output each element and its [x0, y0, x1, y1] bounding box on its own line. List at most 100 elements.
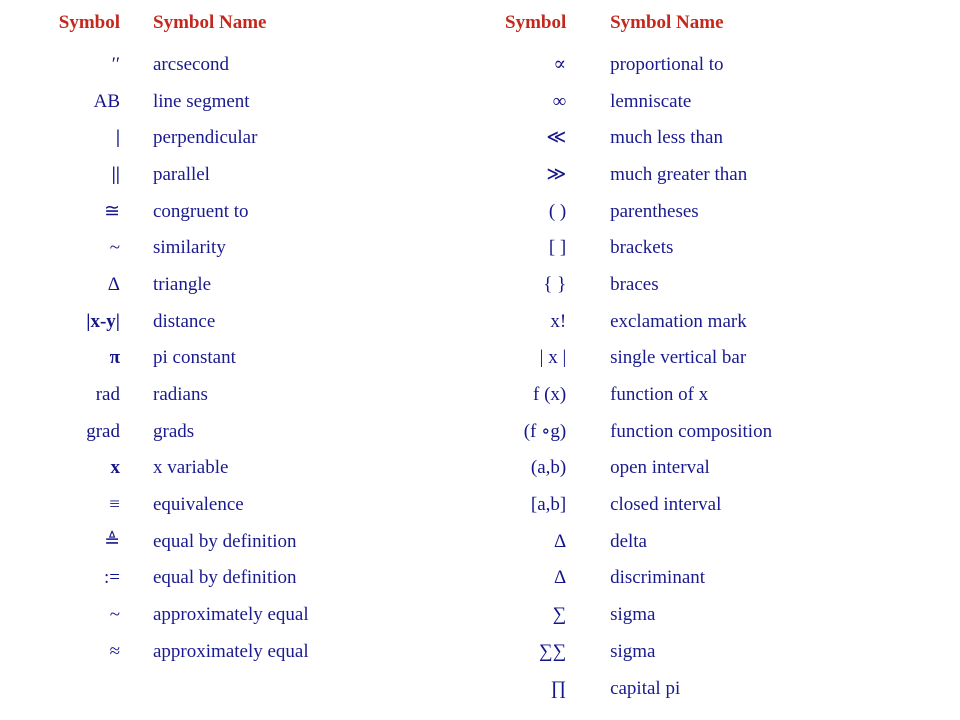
symbol-glyph: ∑: [552, 604, 567, 626]
symbol-glyph: [ ]: [548, 237, 567, 259]
row-spacer: [566, 303, 610, 340]
symbol-name: capital pi: [610, 677, 681, 699]
table-row: { } braces: [480, 266, 960, 303]
row-spacer: [566, 633, 610, 670]
symbol-name: x variable: [153, 457, 229, 479]
symbol-glyph: ≡: [109, 494, 120, 516]
symbol-name: open interval: [610, 457, 710, 479]
table-row: ∑ sigma: [480, 596, 960, 633]
table-row: ≪ much less than: [480, 119, 960, 156]
row-spacer: [120, 633, 153, 670]
table-row: ≈ approximately equal: [0, 633, 480, 670]
row-spacer: [120, 229, 153, 266]
row-spacer: [566, 523, 610, 560]
row-spacer: [566, 229, 610, 266]
symbol-glyph: Δ: [107, 273, 120, 295]
symbol-name: lemniscate: [610, 90, 692, 112]
symbol-name: delta: [610, 530, 647, 552]
column-header-name-right: Symbol Name: [610, 12, 724, 33]
symbol-glyph: ∝: [553, 53, 567, 75]
row-spacer: [120, 560, 153, 597]
column-header-symbol-left: Symbol: [58, 12, 120, 33]
table-row: | x | single vertical bar: [480, 340, 960, 377]
table-row: [a,b] closed interval: [480, 486, 960, 523]
table-row: ∑∑ sigma: [480, 633, 960, 670]
symbol-glyph: Δ: [554, 567, 567, 589]
symbol-name: sigma: [610, 604, 656, 626]
symbol-name: radians: [153, 384, 208, 406]
table-row: rad radians: [0, 376, 480, 413]
row-spacer: [566, 450, 610, 487]
row-spacer: [566, 376, 610, 413]
symbol-glyph: [a,b]: [530, 494, 567, 516]
symbol-name: grads: [153, 420, 195, 442]
symbol-name: sigma: [610, 640, 656, 662]
symbol-name: much less than: [610, 127, 723, 149]
row-spacer: [120, 340, 153, 377]
symbol-name: pi constant: [153, 347, 236, 369]
table-row: [ ] brackets: [480, 229, 960, 266]
table-row: ~ similarity: [0, 229, 480, 266]
symbol-column-right: Symbol Symbol Name ∝ proportional to ∞ l…: [480, 0, 960, 720]
symbol-table-right: Symbol Symbol Name ∝ proportional to ∞ l…: [480, 0, 960, 706]
symbol-glyph: ∑∑: [539, 640, 567, 662]
symbol-glyph: :=: [104, 567, 120, 589]
symbol-name: similarity: [153, 237, 226, 259]
symbol-glyph: ( ): [548, 200, 567, 222]
table-header-row-left: Symbol Symbol Name: [0, 0, 480, 46]
row-spacer: [566, 486, 610, 523]
row-spacer: [120, 413, 153, 450]
symbol-name: function composition: [610, 420, 773, 442]
symbol-glyph: x!: [550, 310, 567, 332]
symbol-glyph: f (x): [533, 384, 567, 406]
row-spacer: [566, 119, 610, 156]
row-spacer: [120, 596, 153, 633]
row-spacer: [120, 376, 153, 413]
symbol-glyph: |x-y|: [86, 310, 120, 332]
symbol-glyph: grad: [86, 420, 120, 442]
symbol-reference-sheet: Symbol Symbol Name ′′ arcsecond AB line …: [0, 0, 960, 720]
symbol-glyph: π: [109, 347, 120, 369]
symbol-name: line segment: [153, 90, 250, 112]
table-row: (a,b) open interval: [480, 450, 960, 487]
symbol-name: closed interval: [610, 494, 722, 516]
symbol-table-left: Symbol Symbol Name ′′ arcsecond AB line …: [0, 0, 480, 670]
table-row: x! exclamation mark: [480, 303, 960, 340]
column-header-name-left: Symbol Name: [153, 12, 267, 33]
table-row: := equal by definition: [0, 560, 480, 597]
symbol-name: equivalence: [153, 494, 244, 516]
row-spacer: [566, 596, 610, 633]
symbol-glyph: ||: [111, 163, 120, 185]
table-row: Δ delta: [480, 523, 960, 560]
table-row: Δ triangle: [0, 266, 480, 303]
symbol-name: discriminant: [610, 567, 706, 589]
symbol-name: braces: [610, 273, 659, 295]
symbol-name: congruent to: [153, 200, 249, 222]
table-header-row-right: Symbol Symbol Name: [480, 0, 960, 46]
symbol-glyph: ′′: [111, 53, 120, 75]
symbol-glyph: rad: [95, 384, 120, 406]
symbol-name: triangle: [153, 273, 212, 295]
table-row: (f ∘g) function composition: [480, 413, 960, 450]
row-spacer: [566, 83, 610, 120]
symbol-glyph: | x |: [539, 347, 567, 369]
symbol-glyph: x: [110, 457, 121, 479]
symbol-name: approximately equal: [153, 640, 309, 662]
table-row: ∏ capital pi: [480, 670, 960, 707]
row-spacer: [566, 413, 610, 450]
row-spacer: [566, 156, 610, 193]
row-spacer: [120, 523, 153, 560]
symbol-name: arcsecond: [153, 53, 229, 75]
table-row: || parallel: [0, 156, 480, 193]
table-row: ( ) parentheses: [480, 193, 960, 230]
row-spacer: [120, 266, 153, 303]
row-spacer: [120, 193, 153, 230]
table-body-right: ∝ proportional to ∞ lemniscate ≪ much le…: [480, 46, 960, 706]
symbol-name: parallel: [153, 163, 210, 185]
symbol-glyph: ∞: [552, 90, 567, 112]
row-spacer: [566, 670, 610, 707]
table-row: f (x) function of x: [480, 376, 960, 413]
symbol-glyph: ≪: [546, 127, 567, 149]
symbol-name: equal by definition: [153, 530, 297, 552]
row-spacer: [566, 266, 610, 303]
